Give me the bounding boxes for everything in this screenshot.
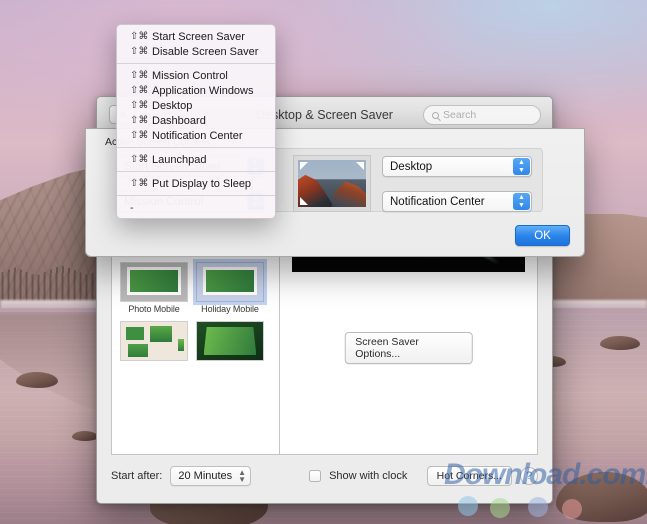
screensaver-thumbnail	[120, 321, 188, 361]
menu-item-label: Desktop	[152, 99, 193, 112]
show-with-clock-checkbox[interactable]	[309, 470, 322, 482]
menu-item-start-screen-saver[interactable]: ⇧⌘ Start Screen Saver	[117, 29, 275, 44]
stepper-icon: ▲▼	[513, 158, 530, 175]
menu-separator	[117, 63, 275, 64]
show-with-clock-label: Show with clock	[329, 470, 408, 482]
menu-item-label: Notification Center	[152, 129, 243, 142]
screen-corners-preview	[293, 155, 371, 212]
ok-button[interactable]: OK	[515, 225, 570, 246]
start-after-value: 20 Minutes	[178, 470, 233, 482]
search-placeholder: Search	[443, 109, 477, 121]
menu-item-label: Put Display to Sleep	[152, 177, 252, 190]
menu-separator	[117, 171, 275, 172]
menu-item-mission-control[interactable]: ⇧⌘ Mission Control	[117, 68, 275, 83]
hot-corner-bottom-right-popup[interactable]: Notification Center ▲ ▼	[382, 191, 532, 212]
corner-arrow-top-right-icon	[356, 162, 364, 170]
menu-separator	[117, 147, 275, 148]
start-after-label: Start after:	[111, 470, 163, 482]
shortcut-glyphs: ⇧⌘	[130, 70, 149, 81]
menu-item-label: Disable Screen Saver	[152, 45, 259, 58]
screensaver-item[interactable]: Photo Mobile	[118, 262, 190, 314]
screensaver-item[interactable]	[118, 321, 190, 363]
menu-item-label: Mission Control	[152, 69, 228, 82]
hot-corners-button[interactable]: Hot Corners...	[426, 466, 512, 486]
menu-item-disable-screen-saver[interactable]: ⇧⌘ Disable Screen Saver	[117, 44, 275, 59]
shortcut-glyphs: ⇧⌘	[130, 100, 149, 111]
screensaver-label: Holiday Mobile	[201, 304, 259, 314]
corner-arrow-top-left-icon	[300, 162, 308, 170]
hot-corner-bottom-right-value: Notification Center	[390, 195, 485, 208]
shortcut-glyphs: ⇧⌘	[130, 115, 149, 126]
wallpaper-rock	[600, 336, 640, 350]
menu-item-label: Launchpad	[152, 153, 207, 166]
screensaver-thumbnail	[120, 262, 188, 302]
wallpaper-rock	[72, 431, 98, 441]
corner-arrow-bottom-left-icon	[300, 197, 308, 205]
menu-item-launchpad[interactable]: ⇧⌘ Launchpad	[117, 152, 275, 167]
menu-item-label: Dashboard	[152, 114, 206, 127]
screensaver-bottom-bar: Start after: 20 Minutes ▲ ▼ Show with clo…	[111, 463, 538, 489]
shortcut-glyphs: ⇧⌘	[130, 130, 149, 141]
menu-item-application-windows[interactable]: ⇧⌘ Application Windows	[117, 83, 275, 98]
shortcut-glyphs: ⇧⌘	[130, 178, 149, 189]
stepper-icon: ▲▼	[238, 468, 247, 484]
stepper-icon: ▲▼	[513, 193, 530, 210]
screensaver-thumbnail	[193, 259, 267, 305]
help-button[interactable]: ?	[520, 467, 538, 485]
menu-item-desktop[interactable]: ⇧⌘ Desktop	[117, 98, 275, 113]
screensaver-item-selected[interactable]: Holiday Mobile	[193, 259, 267, 314]
menu-separator	[117, 195, 275, 196]
search-icon	[432, 111, 439, 119]
hot-corner-top-right-value: Desktop	[390, 160, 433, 173]
screensaver-label: Photo Mobile	[128, 304, 180, 314]
corner-arrow-bottom-right-icon	[356, 197, 364, 205]
search-input[interactable]: Search	[423, 105, 541, 125]
shortcut-glyphs: ⇧⌘	[130, 85, 149, 96]
start-after-popup[interactable]: 20 Minutes ▲ ▼	[170, 466, 252, 486]
menu-item-dashboard[interactable]: ⇧⌘ Dashboard	[117, 113, 275, 128]
menu-item-notification-center[interactable]: ⇧⌘ Notification Center	[117, 128, 275, 143]
shortcut-glyphs: ⇧⌘	[130, 154, 149, 165]
shortcut-glyphs: ⇧⌘	[130, 31, 149, 42]
hot-corner-popup-menu[interactable]: ⇧⌘ Start Screen Saver ⇧⌘ Disable Screen …	[116, 24, 276, 219]
screen-corners-preview-image	[298, 160, 366, 207]
menu-item-label: -	[130, 201, 134, 214]
menu-item-label: Application Windows	[152, 84, 254, 97]
screen-saver-options-button[interactable]: Screen Saver Options...	[344, 332, 473, 364]
hot-corner-top-right-popup[interactable]: Desktop ▲ ▼	[382, 156, 532, 177]
menu-item-label: Start Screen Saver	[152, 30, 245, 43]
menu-item-put-display-to-sleep[interactable]: ⇧⌘ Put Display to Sleep	[117, 176, 275, 191]
screensaver-item[interactable]	[194, 321, 266, 363]
wallpaper-rock	[16, 372, 58, 388]
shortcut-glyphs: ⇧⌘	[130, 46, 149, 57]
menu-item-none[interactable]: -	[117, 200, 275, 215]
screensaver-thumbnail	[196, 321, 264, 361]
